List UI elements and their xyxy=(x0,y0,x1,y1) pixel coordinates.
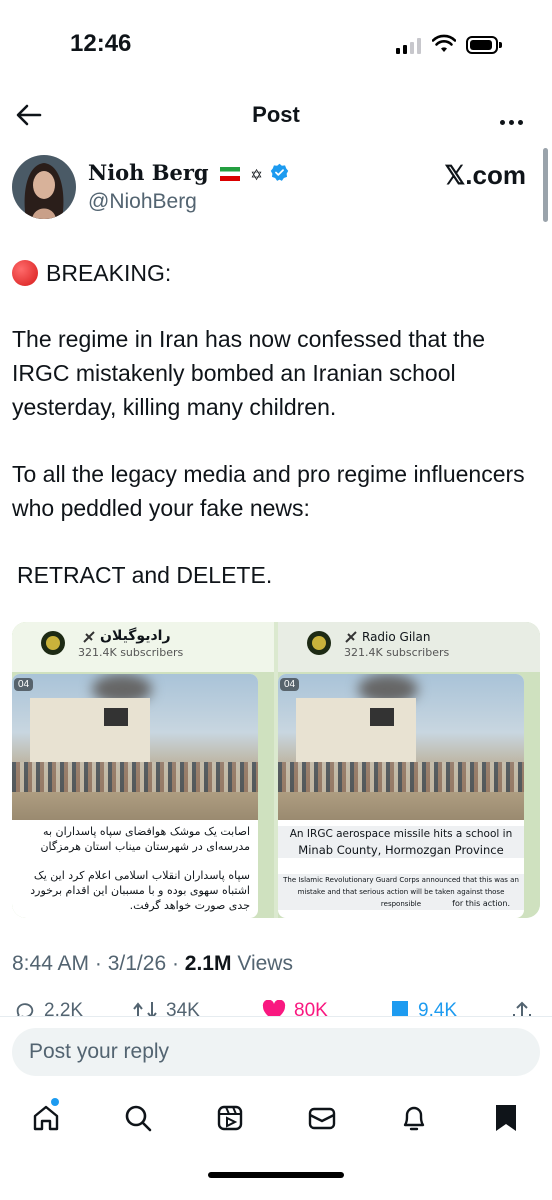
body-en-3: for this action. xyxy=(452,899,510,908)
repost-icon xyxy=(133,1002,157,1016)
reply-count: 2.2K xyxy=(44,1000,84,1016)
subscribers-right: 321.4K subscribers xyxy=(344,646,450,659)
home-indicator xyxy=(208,1172,344,1178)
post-paragraph-2: To all the legacy media and pro regime i… xyxy=(12,461,525,521)
post-paragraph-3: RETRACT and DELETE. xyxy=(17,562,273,588)
bookmark-count: 9.4K xyxy=(418,1000,458,1016)
mail-icon xyxy=(308,1107,336,1130)
page-title: Post xyxy=(252,102,300,127)
tab-notifications[interactable] xyxy=(394,1096,434,1140)
more-options-icon[interactable] xyxy=(500,112,527,130)
wifi-icon xyxy=(432,34,456,52)
home-icon xyxy=(33,1105,59,1131)
headline-en-1: An IRGC aerospace missile hits a school … xyxy=(278,826,524,842)
explosion-photo: 04 xyxy=(12,674,258,820)
tab-messages[interactable] xyxy=(302,1096,342,1140)
channel-name-fa: راديوگیلان xyxy=(100,628,171,644)
media-panel-left: راديوگیلان 321.4K subscribers 04 اصابت ی… xyxy=(12,622,274,918)
explosion-photo: 04 xyxy=(278,674,524,820)
signal-icon xyxy=(396,38,422,54)
channel-logo-icon xyxy=(41,631,65,655)
bookmark-icon xyxy=(392,1001,408,1016)
tab-bookmarks[interactable] xyxy=(486,1096,526,1140)
video-badge-left: 04 xyxy=(14,678,34,691)
breaking-label: BREAKING: xyxy=(46,260,172,286)
scrollbar[interactable] xyxy=(543,148,548,222)
post-meta: 8:44 AM · 3/1/26 · 2.1M Views xyxy=(12,952,293,975)
search-icon xyxy=(125,1105,152,1132)
author-handle[interactable]: @NiohBerg xyxy=(88,190,197,214)
grok-icon xyxy=(217,1105,243,1131)
body-fa: سپاه پاسداران انقلاب اسلامی اعلام کرد ای… xyxy=(30,869,250,912)
heart-icon xyxy=(262,1000,286,1016)
tab-search[interactable] xyxy=(118,1096,158,1140)
author-name-text[interactable]: Nioh Berg xyxy=(88,160,209,185)
post-media-image[interactable]: راديوگیلان 321.4K subscribers 04 اصابت ی… xyxy=(12,622,540,918)
antenna-icon xyxy=(83,631,95,643)
action-bar: 2.2K 34K 80K 9.4K xyxy=(0,992,552,1016)
post-paragraph-1: The regime in Iran has now confessed tha… xyxy=(12,326,486,420)
verified-badge-icon xyxy=(270,163,289,181)
share-icon xyxy=(513,1001,531,1016)
status-time: 12:46 xyxy=(70,30,132,57)
notification-dot xyxy=(51,1098,59,1106)
reply-button[interactable]: 2.2K xyxy=(14,1000,83,1016)
share-button[interactable] xyxy=(512,1000,532,1016)
channel-name-en: Radio Gilan xyxy=(362,630,431,644)
reply-icon xyxy=(16,1003,34,1016)
repost-button[interactable]: 34K xyxy=(132,1000,200,1016)
channel-logo-icon xyxy=(307,631,331,655)
iran-flag-icon xyxy=(219,167,240,181)
bell-icon xyxy=(403,1106,425,1131)
tab-home[interactable] xyxy=(26,1096,66,1140)
battery-icon xyxy=(466,36,502,54)
avatar[interactable] xyxy=(12,155,76,219)
post-time: 8:44 AM xyxy=(12,952,90,975)
post-date: 3/1/26 xyxy=(107,952,167,975)
source-badge: 𝕏.com xyxy=(444,160,526,190)
reply-input[interactable]: Post your reply xyxy=(12,1028,540,1076)
tab-grok[interactable] xyxy=(210,1096,250,1140)
view-count: 2.1M xyxy=(184,952,232,975)
repost-count: 34K xyxy=(166,1000,200,1016)
subscribers-left: 321.4K subscribers xyxy=(78,646,184,659)
media-panel-right: Radio Gilan 321.4K subscribers 04 An IRG… xyxy=(278,622,540,918)
like-count: 80K xyxy=(294,1000,328,1016)
video-badge-right: 04 xyxy=(280,678,300,691)
bookmark-button[interactable]: 9.4K xyxy=(390,1000,457,1016)
antenna-icon xyxy=(345,631,357,643)
views-label: Views xyxy=(237,952,293,975)
author-name[interactable]: Nioh Berg ✡ xyxy=(88,160,289,185)
star-of-david-icon: ✡ xyxy=(250,166,263,184)
breaking-line: BREAKING: xyxy=(12,256,171,290)
divider xyxy=(0,1016,552,1017)
red-circle-icon xyxy=(12,260,38,286)
bottom-tab-bar xyxy=(0,1096,552,1146)
headline-fa: اصابت یک موشک هوافضای سپاه پاسداران به م… xyxy=(40,825,250,853)
bookmark-filled-icon xyxy=(496,1105,516,1131)
headline-en-2: Minab County, Hormozgan Province xyxy=(278,842,524,858)
like-button[interactable]: 80K xyxy=(262,1000,328,1016)
